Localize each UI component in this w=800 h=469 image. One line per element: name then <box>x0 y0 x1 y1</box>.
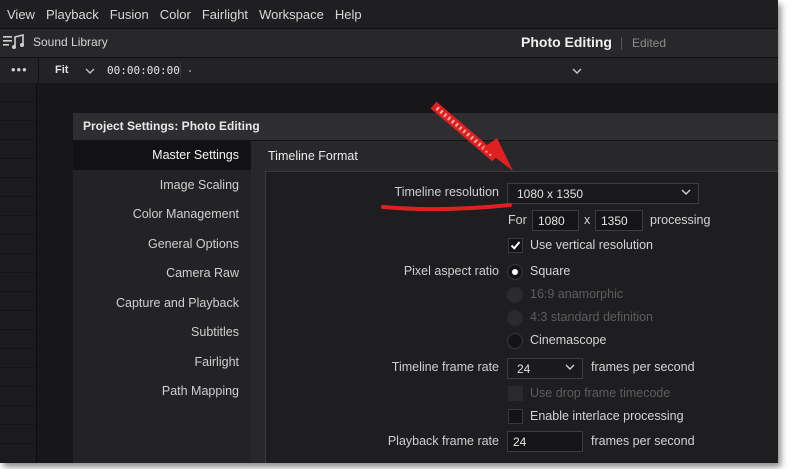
timeline-track-strip <box>0 83 37 463</box>
playback-rate-input[interactable]: 24 <box>507 431 583 452</box>
processing-label: processing <box>650 213 711 227</box>
section-title: Timeline Format <box>268 149 358 163</box>
sound-library-button[interactable]: Sound Library <box>3 34 108 50</box>
sidebar-item-subtitles[interactable]: Subtitles <box>191 325 239 339</box>
project-settings-dialog: Project Settings: Photo Editing Master S… <box>73 113 778 463</box>
chevron-down-icon[interactable] <box>571 63 583 81</box>
menu-playback[interactable]: Playback <box>46 7 99 22</box>
aspect-cinemascope-radio[interactable] <box>507 333 523 349</box>
sidebar-item-capture-playback[interactable]: Capture and Playback <box>116 296 239 310</box>
sidebar-item-path-mapping[interactable]: Path Mapping <box>162 384 239 398</box>
timeline-resolution-value: 1080 x 1350 <box>517 187 584 201</box>
sidebar-item-master-settings[interactable]: Master Settings <box>152 148 239 162</box>
frame-rate-value: 24 <box>517 362 531 376</box>
chevron-down-icon <box>565 361 575 376</box>
aspect-square-radio[interactable] <box>507 264 523 280</box>
timeline-resolution-select[interactable]: 1080 x 1350 <box>507 183 699 204</box>
checkmark-icon <box>510 241 521 250</box>
aspect-sd-label: 4:3 standard definition <box>530 310 654 324</box>
drop-frame-label: Use drop frame timecode <box>530 386 671 400</box>
menu-view[interactable]: View <box>7 7 35 22</box>
timeline-resolution-label: Timeline resolution <box>394 185 499 199</box>
playback-rate-suffix: frames per second <box>591 434 695 448</box>
interlace-checkbox[interactable] <box>508 409 523 424</box>
sidebar-item-camera-raw[interactable]: Camera Raw <box>166 266 239 280</box>
project-title: Photo Editing <box>521 34 612 50</box>
interlace-label: Enable interlace processing <box>530 409 684 423</box>
frame-rate-suffix: frames per second <box>591 360 695 374</box>
drop-frame-checkbox[interactable] <box>508 386 523 401</box>
for-label: For <box>508 213 527 227</box>
sound-library-label: Sound Library <box>33 35 108 49</box>
menu-bar: View Playback Fusion Color Fairlight Wor… <box>0 0 778 28</box>
playback-rate-value: 24 <box>513 435 527 449</box>
aspect-sd-radio[interactable] <box>507 310 523 326</box>
sound-library-icon <box>3 34 24 49</box>
settings-sidebar: Master Settings Image Scaling Color Mana… <box>73 141 251 463</box>
toolbar-divider <box>38 58 39 83</box>
menu-fusion[interactable]: Fusion <box>110 7 149 22</box>
aspect-anamorphic-label: 16:9 anamorphic <box>530 287 624 301</box>
menu-workspace[interactable]: Workspace <box>259 7 324 22</box>
timeline-format-panel: Timeline resolution 1080 x 1350 For 1080… <box>265 171 778 463</box>
menu-color[interactable]: Color <box>160 7 191 22</box>
pixel-aspect-label: Pixel aspect ratio <box>403 264 499 278</box>
vertical-resolution-checkbox[interactable] <box>508 238 523 253</box>
dialog-title: Project Settings: Photo Editing <box>83 119 260 133</box>
title-divider <box>621 37 622 50</box>
aspect-square-label: Square <box>530 264 571 278</box>
menu-help[interactable]: Help <box>335 7 362 22</box>
more-options-icon[interactable]: ••• <box>11 62 28 77</box>
status-dot <box>189 70 191 72</box>
height-value: 1350 <box>601 214 628 228</box>
height-input[interactable]: 1350 <box>595 210 643 231</box>
width-value: 1080 <box>538 214 565 228</box>
sidebar-item-general-options[interactable]: General Options <box>148 237 239 251</box>
playback-rate-label: Playback frame rate <box>387 434 499 448</box>
dialog-header: Project Settings: Photo Editing <box>73 113 778 141</box>
frame-rate-label: Timeline frame rate <box>391 360 499 374</box>
edit-status: Edited <box>632 36 667 50</box>
viewer-toolbar: ••• Fit 00:00:00:00 <box>0 57 778 84</box>
menu-fairlight[interactable]: Fairlight <box>202 7 248 22</box>
chevron-down-icon <box>681 186 691 201</box>
top-toolbar: Sound Library Photo Editing Edited <box>0 28 778 58</box>
sidebar-item-image-scaling[interactable]: Image Scaling <box>160 178 239 192</box>
resolve-window: View Playback Fusion Color Fairlight Wor… <box>0 0 778 463</box>
timecode-divider <box>180 62 181 78</box>
aspect-anamorphic-radio[interactable] <box>507 287 523 303</box>
zoom-select[interactable]: Fit <box>55 64 68 76</box>
chevron-down-icon[interactable] <box>85 63 95 81</box>
sidebar-item-color-management[interactable]: Color Management <box>133 207 239 221</box>
timecode-display: 00:00:00:00 <box>107 64 180 77</box>
aspect-cinemascope-label: Cinemascope <box>530 333 607 347</box>
x-label: x <box>584 213 591 227</box>
frame-rate-select[interactable]: 24 <box>507 358 583 379</box>
sidebar-item-fairlight[interactable]: Fairlight <box>195 355 239 369</box>
vertical-resolution-label: Use vertical resolution <box>530 238 653 252</box>
width-input[interactable]: 1080 <box>532 210 579 231</box>
